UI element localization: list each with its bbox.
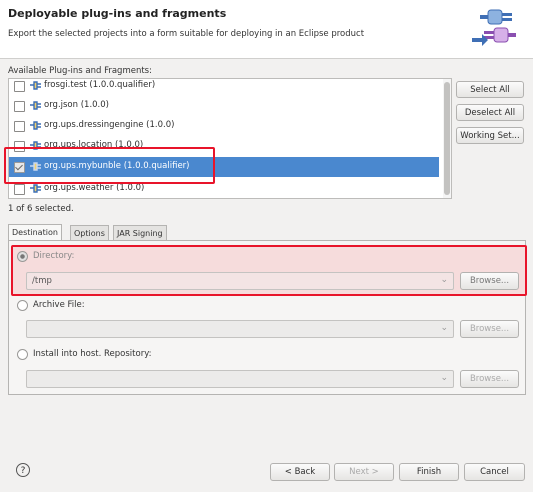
working-set-button[interactable]: Working Set... [456, 127, 524, 144]
wizard-description: Export the selected projects into a form… [8, 29, 365, 39]
list-item-label: frosgi.test (1.0.0.qualifier) [44, 80, 156, 90]
checkbox[interactable] [14, 101, 25, 112]
wizard-title: Deployable plug-ins and fragments [8, 7, 227, 20]
tab-jar-signing[interactable]: JAR Signing [113, 225, 167, 241]
chevron-down-icon[interactable]: ⌄ [440, 373, 448, 383]
list-item-label: org.ups.dressingengine (1.0.0) [44, 120, 175, 130]
plugins-list-label: Available Plug-ins and Fragments: [8, 66, 152, 76]
plugin-icon [30, 81, 41, 90]
list-item[interactable]: org.json (1.0.0) [9, 96, 439, 116]
directory-highlight [11, 245, 527, 296]
checkbox[interactable] [14, 121, 25, 132]
plugin-icon [30, 121, 41, 130]
cancel-button[interactable]: Cancel [464, 463, 525, 481]
archive-browse-button[interactable]: Browse... [460, 320, 519, 338]
back-button[interactable]: < Back [270, 463, 330, 481]
install-radio[interactable] [17, 349, 28, 360]
finish-button[interactable]: Finish [399, 463, 459, 481]
next-button[interactable]: Next > [334, 463, 394, 481]
checkbox[interactable] [14, 81, 25, 92]
list-item-label: org.ups.weather (1.0.0) [44, 183, 145, 193]
help-icon[interactable]: ? [16, 463, 30, 477]
select-all-button[interactable]: Select All [456, 81, 524, 98]
selection-status: 1 of 6 selected. [8, 204, 74, 214]
tab-destination[interactable]: Destination [8, 224, 62, 241]
chevron-down-icon[interactable]: ⌄ [440, 323, 448, 333]
install-label: Install into host. Repository: [33, 349, 152, 359]
scrollbar-thumb[interactable] [444, 82, 450, 195]
list-item-label: org.json (1.0.0) [44, 100, 109, 110]
archive-combo[interactable]: ⌄ [26, 320, 454, 338]
selected-item-highlight [4, 147, 215, 184]
install-browse-button[interactable]: Browse... [460, 370, 519, 388]
archive-radio[interactable] [17, 300, 28, 311]
archive-label: Archive File: [33, 300, 85, 310]
plugin-icon [30, 184, 41, 193]
install-combo[interactable]: ⌄ [26, 370, 454, 388]
list-scrollbar[interactable] [443, 79, 451, 198]
list-item[interactable]: org.ups.dressingengine (1.0.0) [9, 116, 439, 136]
list-item[interactable]: frosgi.test (1.0.0.qualifier) [9, 79, 439, 96]
tab-options[interactable]: Options [70, 225, 109, 241]
plugin-export-icon [468, 6, 526, 50]
deselect-all-button[interactable]: Deselect All [456, 104, 524, 121]
checkbox[interactable] [14, 184, 25, 195]
plugin-icon [30, 101, 41, 110]
